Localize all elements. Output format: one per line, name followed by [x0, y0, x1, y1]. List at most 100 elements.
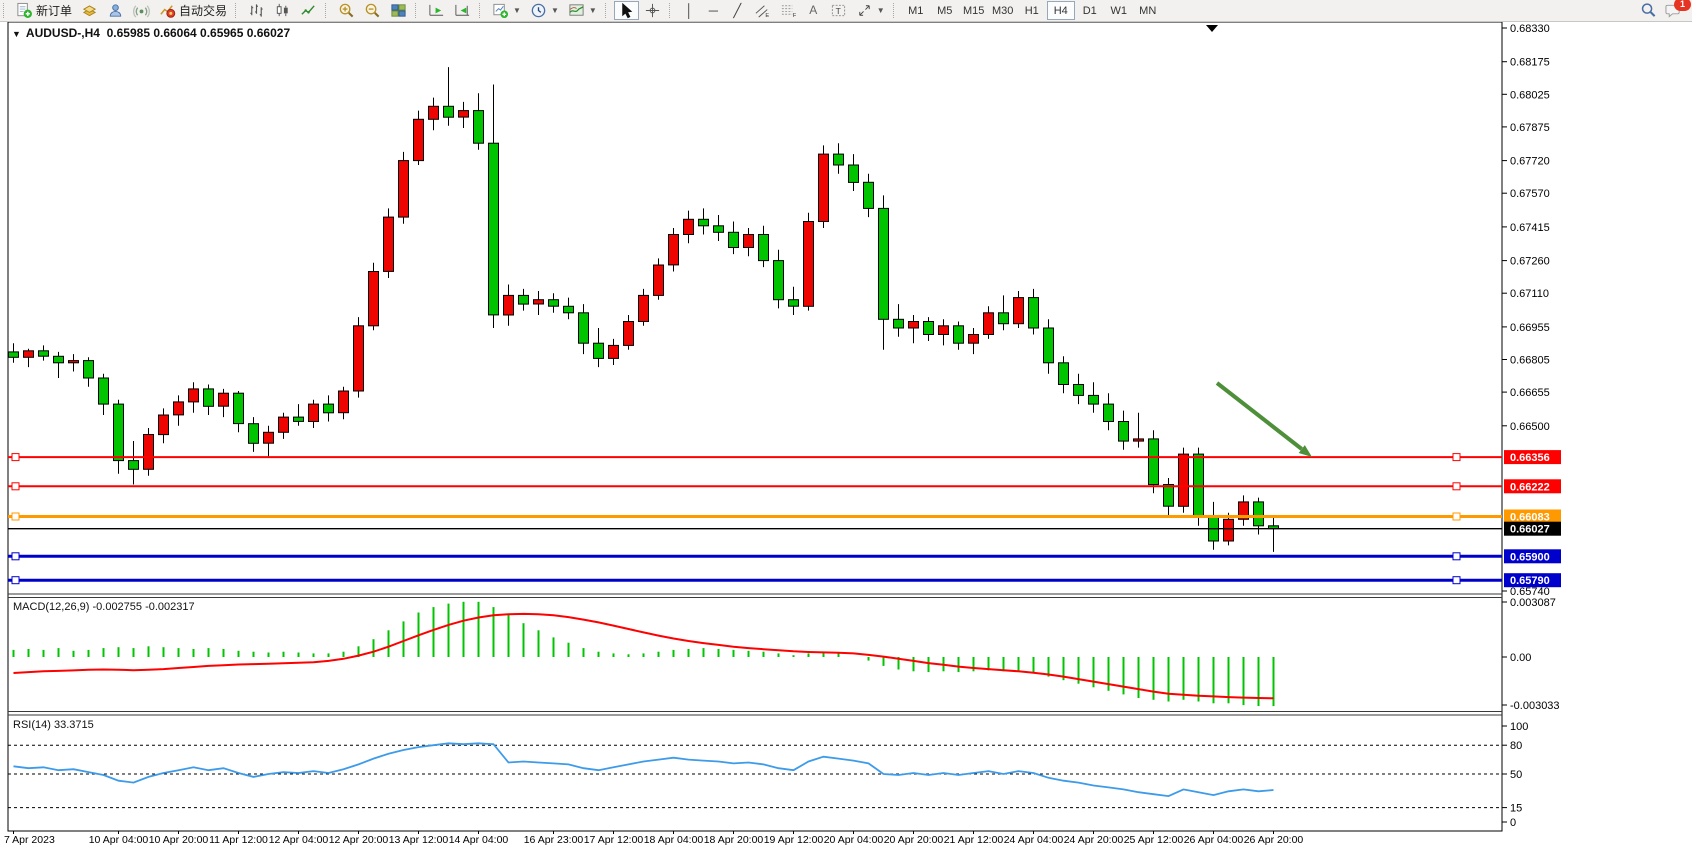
time-axis-label: 18 Apr 04:00 [644, 834, 704, 846]
toolbar-grip[interactable] [479, 3, 484, 18]
time-axis-label: 11 Apr 12:00 [209, 834, 268, 846]
rsi-indicator-label: RSI(14) 33.3715 [13, 719, 94, 731]
horizontal-line-button[interactable]: ─ [702, 1, 725, 20]
timeframe-h4[interactable]: H4 [1047, 1, 1075, 20]
timeframe-d1[interactable]: D1 [1076, 1, 1104, 20]
line-handle[interactable] [12, 553, 19, 560]
candle-body [1164, 485, 1174, 507]
auto-trading-label: 自动交易 [179, 2, 227, 19]
line-chart-icon [300, 2, 317, 19]
cursor-icon [618, 2, 635, 19]
bar-chart-icon [248, 2, 265, 19]
candle-body [84, 361, 94, 378]
zoom-out-button[interactable] [360, 1, 385, 20]
price-axis-tick: 0.67570 [1510, 188, 1550, 200]
community-button[interactable] [103, 1, 128, 20]
timeframe-m1[interactable]: M1 [902, 1, 930, 20]
new-order-button[interactable]: 新订单 [12, 1, 76, 20]
price-axis-tick: 0.66500 [1510, 421, 1550, 433]
crosshair-button[interactable] [640, 1, 665, 20]
line-handle[interactable] [1453, 553, 1460, 560]
new-order-label: 新订单 [36, 2, 72, 19]
line-handle[interactable] [1453, 513, 1460, 520]
rsi-axis-tick: 100 [1510, 721, 1528, 733]
svg-text:E: E [765, 13, 769, 19]
svg-text:0.66027: 0.66027 [1510, 524, 1550, 536]
chart-shift-button[interactable] [450, 1, 475, 20]
price-axis-tick: 0.67875 [1510, 122, 1550, 134]
zoom-in-button[interactable] [334, 1, 359, 20]
new-chart-button[interactable]: ▼ [488, 1, 525, 20]
arrows-button[interactable]: ▼ [852, 1, 889, 20]
cursor-button[interactable] [614, 1, 639, 20]
timeframe-m5[interactable]: M5 [931, 1, 959, 20]
signals-button[interactable] [129, 1, 154, 20]
toolbar-grip[interactable] [415, 3, 420, 18]
auto-scroll-button[interactable] [424, 1, 449, 20]
candle-body [249, 424, 259, 444]
candle-body [429, 106, 439, 119]
metaeditor-button[interactable] [77, 1, 102, 20]
symbol-dropdown-icon[interactable]: ▼ [12, 29, 21, 39]
candle-body [474, 111, 484, 144]
candle-body [1179, 454, 1189, 506]
auto-trading-button[interactable]: 自动交易 [155, 1, 231, 20]
candle-body [759, 235, 769, 261]
zoom-out-icon [364, 2, 381, 19]
candle-body [204, 389, 214, 406]
price-axis-tick: 0.67720 [1510, 156, 1550, 168]
toolbar-grip[interactable] [3, 3, 8, 18]
line-handle[interactable] [1453, 577, 1460, 584]
text-button[interactable]: A [802, 1, 825, 20]
candle-body [534, 300, 544, 304]
line-handle[interactable] [12, 513, 19, 520]
line-handle[interactable] [1453, 454, 1460, 461]
price-axis-tick: 0.68330 [1510, 23, 1550, 35]
toolbar-grip[interactable] [235, 3, 240, 18]
dropdown-caret: ▼ [513, 6, 521, 15]
rsi-axis-tick: 80 [1510, 740, 1522, 752]
timeframe-h1[interactable]: H1 [1018, 1, 1046, 20]
timeframe-m15[interactable]: M15 [960, 1, 988, 20]
notifications-button[interactable]: 1 [1661, 1, 1686, 20]
template-button[interactable]: ▼ [564, 1, 601, 20]
toolbar-grip[interactable] [893, 3, 898, 18]
toolbar: 新订单 自动交易 [0, 0, 1692, 22]
toolbar-grip[interactable] [325, 3, 330, 18]
tile-windows-button[interactable] [386, 1, 411, 20]
vertical-line-button[interactable]: │ [678, 1, 701, 20]
timeframe-mn[interactable]: MN [1134, 1, 1162, 20]
fibonacci-button[interactable]: F [776, 1, 801, 20]
toolbar-grip[interactable] [669, 3, 674, 18]
equidistant-channel-button[interactable]: E [750, 1, 775, 20]
crosshair-icon [644, 2, 661, 19]
timeframe-m30[interactable]: M30 [989, 1, 1017, 20]
line-handle[interactable] [12, 454, 19, 461]
price-chart[interactable]: 0.663560.662220.660830.659000.657900.660… [0, 0, 1692, 849]
candle-body [99, 378, 109, 404]
bar-chart-button[interactable] [244, 1, 269, 20]
time-axis-label: 10 Apr 20:00 [149, 834, 209, 846]
candle-body [939, 326, 949, 335]
svg-text:F: F [793, 13, 797, 19]
timeframe-w1[interactable]: W1 [1105, 1, 1133, 20]
candle-body [354, 326, 364, 391]
line-handle[interactable] [1453, 483, 1460, 490]
toolbar-grip[interactable] [605, 3, 610, 18]
rsi-axis-tick: 15 [1510, 803, 1522, 815]
candle-body [324, 404, 334, 413]
candle-body [1254, 502, 1264, 526]
candle-body [924, 322, 934, 335]
line-handle[interactable] [12, 483, 19, 490]
candle-body [519, 295, 529, 304]
trendline-button[interactable]: ╱ [726, 1, 749, 20]
candlestick-chart-button[interactable] [270, 1, 295, 20]
search-button[interactable] [1636, 1, 1661, 20]
candle-body [1059, 363, 1069, 385]
text-label-button[interactable]: T [826, 1, 851, 20]
plot-area[interactable] [8, 22, 1502, 831]
arrows-icon [856, 2, 873, 19]
line-handle[interactable] [12, 577, 19, 584]
period-button[interactable]: ▼ [526, 1, 563, 20]
line-chart-button[interactable] [296, 1, 321, 20]
